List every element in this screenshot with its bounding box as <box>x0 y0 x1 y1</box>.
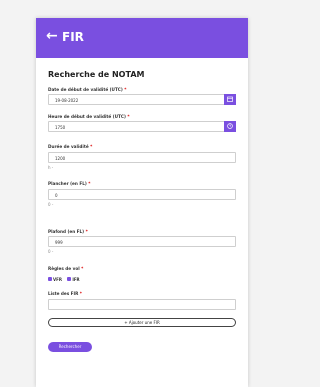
duration-label: Durée de validité * <box>48 144 92 149</box>
duration-value: 1200 <box>55 156 66 161</box>
page-title: Recherche de NOTAM <box>48 70 145 79</box>
ceiling-helper: 0 - <box>48 249 54 254</box>
app-bar: ← FIR <box>36 18 248 58</box>
floor-field[interactable]: 0 <box>48 189 236 200</box>
fir-list-label: Liste des FIR * <box>48 291 82 296</box>
search-button[interactable]: Rechercher <box>48 342 92 352</box>
floor-helper: 0 - <box>48 202 54 207</box>
duration-helper: h - <box>48 165 54 170</box>
fir-list-field[interactable] <box>48 299 236 310</box>
ceiling-label-text: Plafond (en FL) <box>48 229 85 234</box>
duration-label-text: Durée de validité <box>48 144 89 149</box>
ceiling-field[interactable]: 999 <box>48 236 236 247</box>
time-value: 1750 <box>55 125 66 130</box>
duration-field[interactable]: 1200 <box>48 152 236 163</box>
date-field[interactable]: 19-08-2022 <box>48 94 236 105</box>
floor-label: Plancher (en FL) * <box>48 181 90 186</box>
vfr-checkbox[interactable] <box>48 277 52 281</box>
fir-list-label-text: Liste des FIR <box>48 291 79 296</box>
date-value: 19-08-2022 <box>55 98 79 103</box>
ifr-checkbox[interactable] <box>67 277 72 281</box>
date-label-text: Date de début de validité (UTC) <box>48 87 123 92</box>
date-label: Date de début de validité (UTC) * <box>48 87 126 92</box>
fir-panel: ← FIR Recherche de NOTAM Date de début d… <box>36 18 248 387</box>
required-mark: * <box>85 229 88 234</box>
calendar-icon[interactable] <box>224 94 236 105</box>
time-label-text: Heure de début de validité (UTC) <box>48 114 126 119</box>
ifr-label: IFR <box>72 276 80 282</box>
required-mark: * <box>127 114 130 119</box>
required-mark: * <box>124 87 127 92</box>
required-mark: * <box>90 144 93 149</box>
add-fir-button[interactable]: + Ajouter une FIR <box>48 318 236 327</box>
floor-value: 0 <box>55 193 58 198</box>
required-mark: * <box>79 291 82 296</box>
required-mark: * <box>81 266 84 271</box>
vfr-label: VFR <box>53 276 62 282</box>
floor-label-text: Plancher (en FL) <box>48 181 87 186</box>
back-arrow-icon[interactable]: ← <box>46 29 58 43</box>
ceiling-value: 999 <box>55 240 63 245</box>
required-mark: * <box>88 181 91 186</box>
rules-label-text: Règles de vol <box>48 266 80 271</box>
rules-options: VFR IFR <box>48 276 84 282</box>
rules-label: Règles de vol * <box>48 266 83 271</box>
app-title: FIR <box>62 30 84 44</box>
time-label: Heure de début de validité (UTC) * <box>48 114 130 119</box>
time-field[interactable]: 1750 <box>48 121 236 132</box>
clock-icon[interactable] <box>224 121 236 132</box>
ceiling-label: Plafond (en FL) * <box>48 229 88 234</box>
